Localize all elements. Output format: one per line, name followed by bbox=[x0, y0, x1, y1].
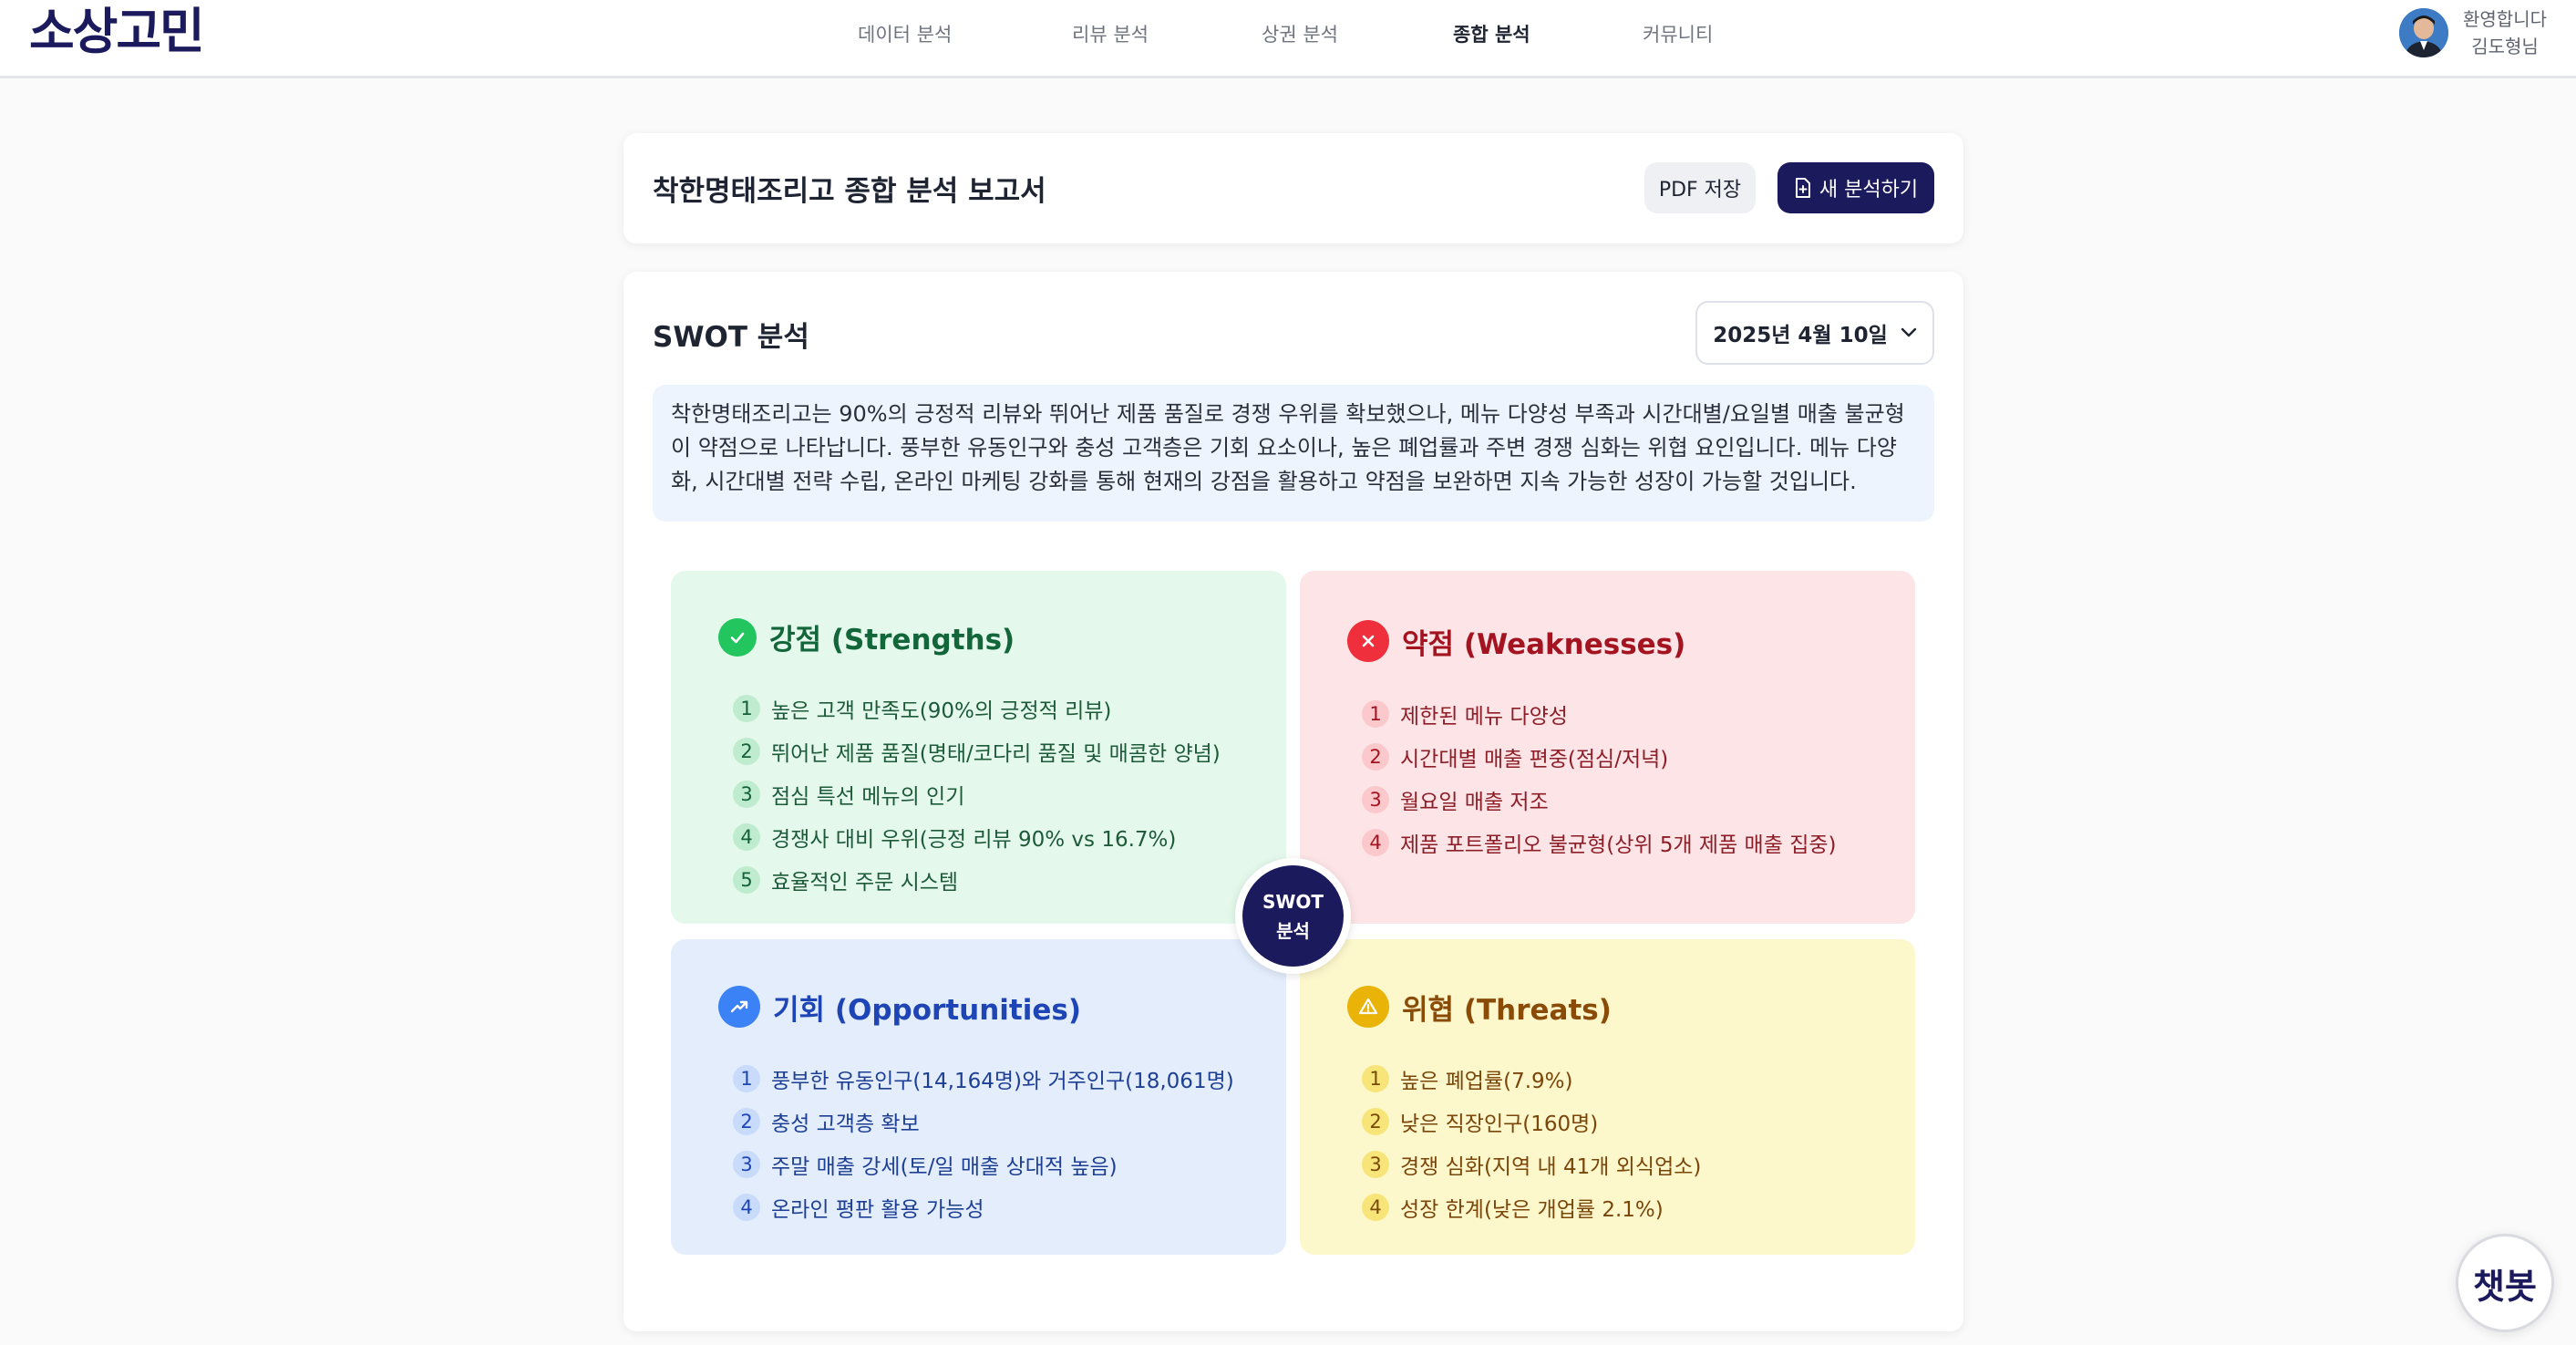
new-document-icon bbox=[1795, 178, 1810, 198]
weaknesses-list: 1 제한된 메뉴 다양성 2 시간대별 매출 편중(점심/저녁) 3 월요일 매출 저… bbox=[1362, 692, 1837, 864]
item-text: 제품 포트폴리오 불균형(상위 5개 제품 매출 집중) bbox=[1400, 833, 1837, 857]
weaknesses-quadrant: 약점 (Weaknesses) 1 제한된 메뉴 다양성 2 시간대별 매출 편중(… bbox=[1300, 571, 1915, 924]
list-item: 3 점심 특선 메뉴의 인기 bbox=[733, 772, 1221, 815]
item-text: 월요일 매출 저조 bbox=[1400, 790, 1549, 814]
list-item: 4 제품 포트폴리오 불균형(상위 5개 제품 매출 집중) bbox=[1362, 821, 1837, 864]
strengths-header: 강점 (Strengths) bbox=[718, 616, 1015, 657]
nav-review-analysis[interactable]: 리뷰 분석 bbox=[1072, 20, 1149, 47]
item-text: 점심 특선 메뉴의 인기 bbox=[771, 784, 965, 809]
list-item: 2 낮은 직장인구(160명) bbox=[1362, 1100, 1701, 1143]
item-text: 시간대별 매출 편중(점심/저녁) bbox=[1400, 747, 1669, 771]
swot-title: SWOT 분석 bbox=[653, 321, 809, 354]
nav-total-analysis[interactable]: 종합 분석 bbox=[1453, 20, 1530, 47]
list-item: 4 경쟁사 대비 우위(긍정 리뷰 90% vs 16.7%) bbox=[733, 815, 1221, 858]
item-number: 3 bbox=[733, 780, 760, 808]
threats-title: 위협 (Threats) bbox=[1402, 993, 1612, 1027]
date-dropdown[interactable]: 2025년 4월 10일 bbox=[1695, 301, 1934, 365]
list-item: 4 온라인 평판 활용 가능성 bbox=[733, 1185, 1234, 1228]
new-analysis-label: 새 분석하기 bbox=[1819, 179, 1919, 202]
item-number: 2 bbox=[733, 737, 760, 765]
list-item: 2 충성 고객층 확보 bbox=[733, 1100, 1234, 1143]
chatbot-button[interactable]: 챗봇 bbox=[2456, 1234, 2554, 1332]
greeting-text: 환영합니다 bbox=[2463, 8, 2547, 30]
avatar-image bbox=[2399, 8, 2448, 57]
item-number: 1 bbox=[733, 1064, 760, 1092]
item-number: 2 bbox=[1362, 742, 1389, 771]
item-number: 1 bbox=[1362, 1064, 1389, 1092]
badge-line-1: SWOT bbox=[1262, 890, 1324, 913]
user-name: 김도형님 bbox=[2471, 36, 2539, 57]
list-item: 2 뛰어난 제품 품질(명태/코다리 품질 및 매콤한 양념) bbox=[733, 729, 1221, 772]
strengths-title: 강점 (Strengths) bbox=[769, 624, 1015, 657]
item-number: 2 bbox=[733, 1107, 760, 1135]
list-item: 5 효율적인 주문 시스템 bbox=[733, 858, 1221, 901]
list-item: 3 경쟁 심화(지역 내 41개 외식업소) bbox=[1362, 1143, 1701, 1185]
item-number: 3 bbox=[1362, 1150, 1389, 1178]
item-text: 뛰어난 제품 품질(명태/코다리 품질 및 매콤한 양념) bbox=[771, 741, 1221, 766]
item-number: 1 bbox=[733, 694, 760, 722]
item-text: 주말 매출 강세(토/일 매출 상대적 높음) bbox=[771, 1154, 1118, 1179]
opportunities-title: 기회 (Opportunities) bbox=[773, 993, 1081, 1027]
list-item: 2 시간대별 매출 편중(점심/저녁) bbox=[1362, 735, 1837, 778]
app-logo[interactable]: 소상고민 bbox=[29, 2, 205, 62]
item-text: 높은 폐업률(7.9%) bbox=[1400, 1069, 1573, 1093]
threats-list: 1 높은 폐업률(7.9%) 2 낮은 직장인구(160명) 3 경쟁 심화(지역 내… bbox=[1362, 1057, 1701, 1228]
chevron-down-icon bbox=[1901, 327, 1916, 337]
item-number: 1 bbox=[1362, 699, 1389, 728]
user-avatar[interactable] bbox=[2399, 8, 2448, 57]
selected-date: 2025년 4월 10일 bbox=[1713, 324, 1888, 347]
item-text: 경쟁 심화(지역 내 41개 외식업소) bbox=[1400, 1154, 1702, 1179]
user-greeting: 환영합니다 김도형님 bbox=[2461, 5, 2549, 60]
strengths-quadrant: 강점 (Strengths) 1 높은 고객 만족도(90%의 긍정적 리뷰) 2… bbox=[671, 571, 1286, 924]
nav-data-analysis[interactable]: 데이터 분석 bbox=[858, 20, 952, 47]
list-item: 1 풍부한 유동인구(14,164명)와 거주인구(18,061명) bbox=[733, 1057, 1234, 1100]
item-text: 온라인 평판 활용 가능성 bbox=[771, 1197, 984, 1222]
item-text: 충성 고객층 확보 bbox=[771, 1112, 920, 1136]
item-text: 풍부한 유동인구(14,164명)와 거주인구(18,061명) bbox=[771, 1069, 1234, 1093]
list-item: 1 높은 폐업률(7.9%) bbox=[1362, 1057, 1701, 1100]
nav-area-analysis[interactable]: 상권 분석 bbox=[1262, 20, 1338, 47]
item-number: 4 bbox=[733, 1193, 760, 1221]
weaknesses-header: 약점 (Weaknesses) bbox=[1347, 620, 1685, 662]
nav-community[interactable]: 커뮤니티 bbox=[1643, 20, 1713, 47]
badge-line-2: 분석 bbox=[1276, 919, 1310, 942]
item-text: 성장 한계(낮은 개업률 2.1%) bbox=[1400, 1197, 1664, 1222]
item-number: 4 bbox=[1362, 828, 1389, 856]
trending-up-icon bbox=[718, 986, 760, 1028]
item-text: 효율적인 주문 시스템 bbox=[771, 870, 959, 895]
list-item: 3 주말 매출 강세(토/일 매출 상대적 높음) bbox=[733, 1143, 1234, 1185]
threats-quadrant: 위협 (Threats) 1 높은 폐업률(7.9%) 2 낮은 직장인구(160명… bbox=[1300, 939, 1915, 1255]
report-title: 착한명태조리고 종합 분석 보고서 bbox=[653, 175, 1046, 208]
list-item: 1 높은 고객 만족도(90%의 긍정적 리뷰) bbox=[733, 687, 1221, 729]
item-text: 높은 고객 만족도(90%의 긍정적 리뷰) bbox=[771, 698, 1112, 723]
check-icon bbox=[718, 617, 757, 657]
item-number: 3 bbox=[1362, 785, 1389, 813]
report-header-card: 착한명태조리고 종합 분석 보고서 PDF 저장 새 분석하기 bbox=[623, 133, 1963, 243]
item-text: 경쟁사 대비 우위(긍정 리뷰 90% vs 16.7%) bbox=[771, 827, 1177, 852]
swot-center-badge: SWOT 분석 bbox=[1235, 858, 1351, 974]
item-number: 4 bbox=[733, 823, 760, 851]
warning-icon bbox=[1347, 986, 1389, 1028]
item-text: 제한된 메뉴 다양성 bbox=[1400, 704, 1568, 729]
pdf-save-button[interactable]: PDF 저장 bbox=[1644, 162, 1756, 213]
strengths-list: 1 높은 고객 만족도(90%의 긍정적 리뷰) 2 뛰어난 제품 품질(명태/코다… bbox=[733, 687, 1221, 901]
swot-summary: 착한명태조리고는 90%의 긍정적 리뷰와 뛰어난 제품 품질로 경쟁 우위를 … bbox=[653, 385, 1934, 522]
item-number: 3 bbox=[733, 1150, 760, 1178]
opportunities-quadrant: 기회 (Opportunities) 1 풍부한 유동인구(14,164명)와 거… bbox=[671, 939, 1286, 1255]
item-number: 5 bbox=[733, 865, 760, 894]
item-text: 낮은 직장인구(160명) bbox=[1400, 1112, 1599, 1136]
item-number: 2 bbox=[1362, 1107, 1389, 1135]
new-analysis-button[interactable]: 새 분석하기 bbox=[1777, 162, 1934, 213]
list-item: 3 월요일 매출 저조 bbox=[1362, 778, 1837, 821]
top-navigation-bar: 소상고민 데이터 분석 리뷰 분석 상권 분석 종합 분석 커뮤니티 환영합니다… bbox=[0, 0, 2576, 78]
threats-header: 위협 (Threats) bbox=[1347, 986, 1612, 1028]
opportunities-header: 기회 (Opportunities) bbox=[718, 986, 1081, 1028]
list-item: 4 성장 한계(낮은 개업률 2.1%) bbox=[1362, 1185, 1701, 1228]
item-number: 4 bbox=[1362, 1193, 1389, 1221]
list-item: 1 제한된 메뉴 다양성 bbox=[1362, 692, 1837, 735]
opportunities-list: 1 풍부한 유동인구(14,164명)와 거주인구(18,061명) 2 충성 고객… bbox=[733, 1057, 1234, 1228]
weaknesses-title: 약점 (Weaknesses) bbox=[1402, 627, 1686, 661]
close-icon bbox=[1347, 620, 1389, 662]
